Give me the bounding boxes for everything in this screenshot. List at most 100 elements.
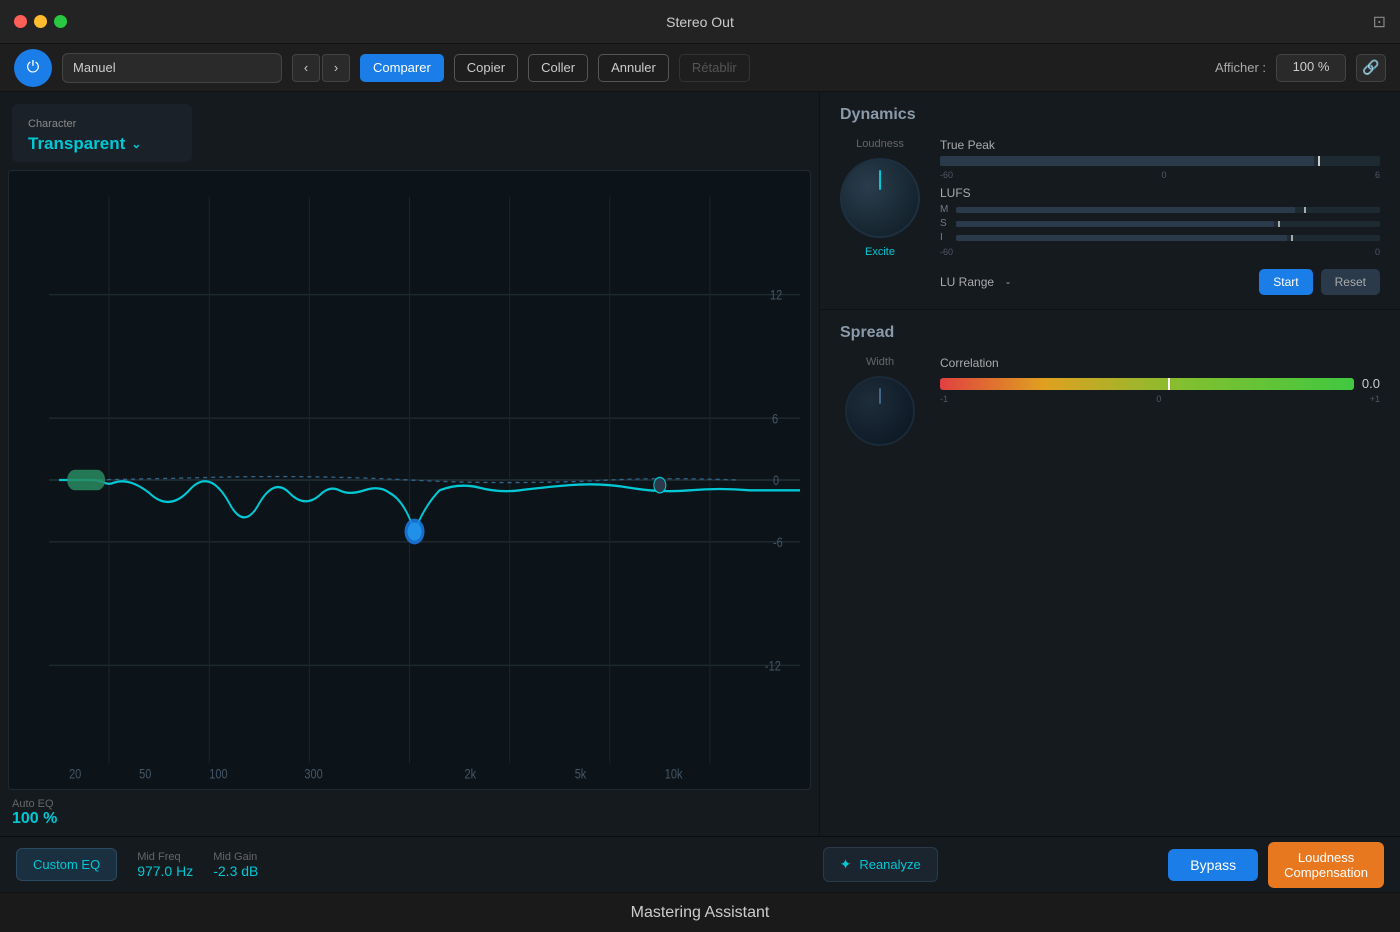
power-button[interactable]: ⏻	[14, 49, 52, 87]
loudness-knob-indicator	[879, 170, 881, 190]
auto-eq-label: Auto EQ	[12, 798, 57, 810]
undo-button[interactable]: Annuler	[598, 54, 669, 82]
true-peak-marker	[1318, 156, 1320, 166]
true-peak-label-zero: 0	[1161, 170, 1166, 180]
correlation-section: Correlation 0.0 -1 0 +1	[940, 356, 1380, 404]
nav-buttons: ‹ ›	[292, 54, 350, 82]
left-panel: Character Transparent ⌄	[0, 92, 820, 836]
reanalyze-button[interactable]: ✦ Reanalyze	[823, 847, 938, 882]
dynamics-row: Loudness Excite True Peak	[840, 138, 1380, 295]
compare-button[interactable]: Comparer	[360, 54, 444, 82]
lufs-bars: M S	[940, 204, 1380, 243]
nav-back-button[interactable]: ‹	[292, 54, 320, 82]
spread-row: Width Correlation 0.0 -1	[840, 356, 1380, 446]
true-peak-title: True Peak	[940, 138, 1380, 152]
paste-button[interactable]: Coller	[528, 54, 588, 82]
svg-text:2k: 2k	[465, 766, 477, 782]
loudness-knob[interactable]	[840, 158, 920, 238]
lufs-s-track	[956, 221, 1380, 227]
true-peak-bar-fill	[940, 156, 1314, 166]
nav-forward-button[interactable]: ›	[322, 54, 350, 82]
correlation-label-min: -1	[940, 394, 948, 404]
mid-gain-label: Mid Gain	[213, 851, 258, 863]
copy-button[interactable]: Copier	[454, 54, 518, 82]
lufs-row-i: I	[940, 232, 1380, 243]
svg-text:5k: 5k	[575, 766, 587, 782]
fullscreen-button[interactable]	[54, 15, 67, 28]
width-knob[interactable]	[845, 376, 915, 446]
svg-text:6: 6	[772, 411, 778, 427]
sparkle-icon: ✦	[840, 856, 852, 873]
svg-text:12: 12	[770, 287, 782, 303]
zoom-control[interactable]: 100 %	[1276, 54, 1346, 82]
lufs-i-marker	[1291, 235, 1293, 241]
toolbar: ⏻ Manuel ‹ › Comparer Copier Coller Annu…	[0, 44, 1400, 92]
lufs-m-fill	[956, 207, 1295, 213]
correlation-bar	[940, 378, 1354, 390]
loudness-compensation-button[interactable]: LoudnessCompensation	[1268, 842, 1384, 888]
excite-label[interactable]: Excite	[865, 246, 895, 258]
svg-text:20: 20	[69, 766, 81, 782]
lufs-i-label: I	[940, 232, 950, 243]
bottom-bar: Mastering Assistant	[0, 892, 1400, 932]
mid-gain-group: Mid Gain -2.3 dB	[213, 851, 258, 879]
reset-button[interactable]: Reset	[1321, 269, 1380, 295]
auto-eq-section: Auto EQ 100 %	[12, 798, 57, 828]
lufs-section: LUFS M S	[940, 186, 1380, 257]
preset-select[interactable]: Manuel	[62, 53, 282, 83]
svg-text:50: 50	[139, 766, 151, 782]
character-section: Character Transparent ⌄	[12, 104, 192, 162]
bypass-button[interactable]: Bypass	[1168, 849, 1258, 881]
svg-text:-12: -12	[765, 658, 781, 674]
lu-range-value: -	[1006, 275, 1010, 289]
correlation-marker	[1168, 378, 1170, 390]
svg-text:-6: -6	[773, 535, 783, 551]
full-bottom-row: Custom EQ Mid Freq 977.0 Hz Mid Gain -2.…	[0, 836, 1400, 892]
redo-button[interactable]: Rétablir	[679, 54, 750, 82]
lufs-m-track	[956, 207, 1380, 213]
lufs-i-track	[956, 235, 1380, 241]
lu-range-label: LU Range	[940, 275, 994, 289]
bottom-left-section: Custom EQ Mid Freq 977.0 Hz Mid Gain -2.…	[16, 848, 592, 881]
dynamics-title: Dynamics	[840, 106, 1380, 124]
true-peak-label-min: -60	[940, 170, 953, 180]
mid-freq-label: Mid Freq	[137, 851, 193, 863]
bottom-right-section: Bypass LoudnessCompensation	[1168, 842, 1384, 888]
true-peak-label-max: 6	[1375, 170, 1380, 180]
titlebar: Stereo Out ⊡	[0, 0, 1400, 44]
dynamics-section: Dynamics Loudness Excite True Peak	[820, 92, 1400, 310]
character-chevron-icon[interactable]: ⌄	[131, 137, 141, 151]
correlation-labels: -1 0 +1	[940, 394, 1380, 404]
lufs-title: LUFS	[940, 186, 1380, 200]
close-button[interactable]	[14, 15, 27, 28]
character-value: Transparent ⌄	[28, 134, 176, 154]
lu-range-buttons: Start Reset	[1259, 269, 1380, 295]
true-peak-bar	[940, 156, 1380, 166]
link-button[interactable]: 🔗	[1356, 54, 1386, 82]
svg-text:300: 300	[304, 766, 322, 782]
svg-text:0: 0	[773, 473, 779, 489]
width-knob-group: Width	[840, 356, 920, 446]
minimize-button[interactable]	[34, 15, 47, 28]
character-label: Character	[28, 118, 176, 130]
mid-freq-value: 977.0 Hz	[137, 863, 193, 879]
lufs-labels: -60 0	[940, 247, 1380, 257]
eq-curve-svg: 12 6 0 -6 -12 20 50 100 300 2k 5k 10k	[9, 171, 810, 789]
loudness-knob-group: Loudness Excite	[840, 138, 920, 258]
lufs-s-fill	[956, 221, 1274, 227]
afficher-label: Afficher :	[1215, 60, 1266, 75]
svg-text:10k: 10k	[665, 766, 683, 782]
lu-range-section: LU Range - Start Reset	[940, 269, 1380, 295]
width-label: Width	[866, 356, 894, 368]
eq-display[interactable]: 12 6 0 -6 -12 20 50 100 300 2k 5k 10k	[8, 170, 811, 790]
lufs-label-zero: 0	[1375, 247, 1380, 257]
custom-eq-button[interactable]: Custom EQ	[16, 848, 117, 881]
correlation-label-max: +1	[1370, 394, 1380, 404]
lufs-label-min: -60	[940, 247, 953, 257]
start-button[interactable]: Start	[1259, 269, 1312, 295]
lufs-row-s: S	[940, 218, 1380, 229]
traffic-lights	[14, 15, 67, 28]
lufs-m-marker	[1304, 207, 1306, 213]
window-title: Stereo Out	[666, 14, 734, 30]
width-knob-indicator	[879, 388, 881, 404]
